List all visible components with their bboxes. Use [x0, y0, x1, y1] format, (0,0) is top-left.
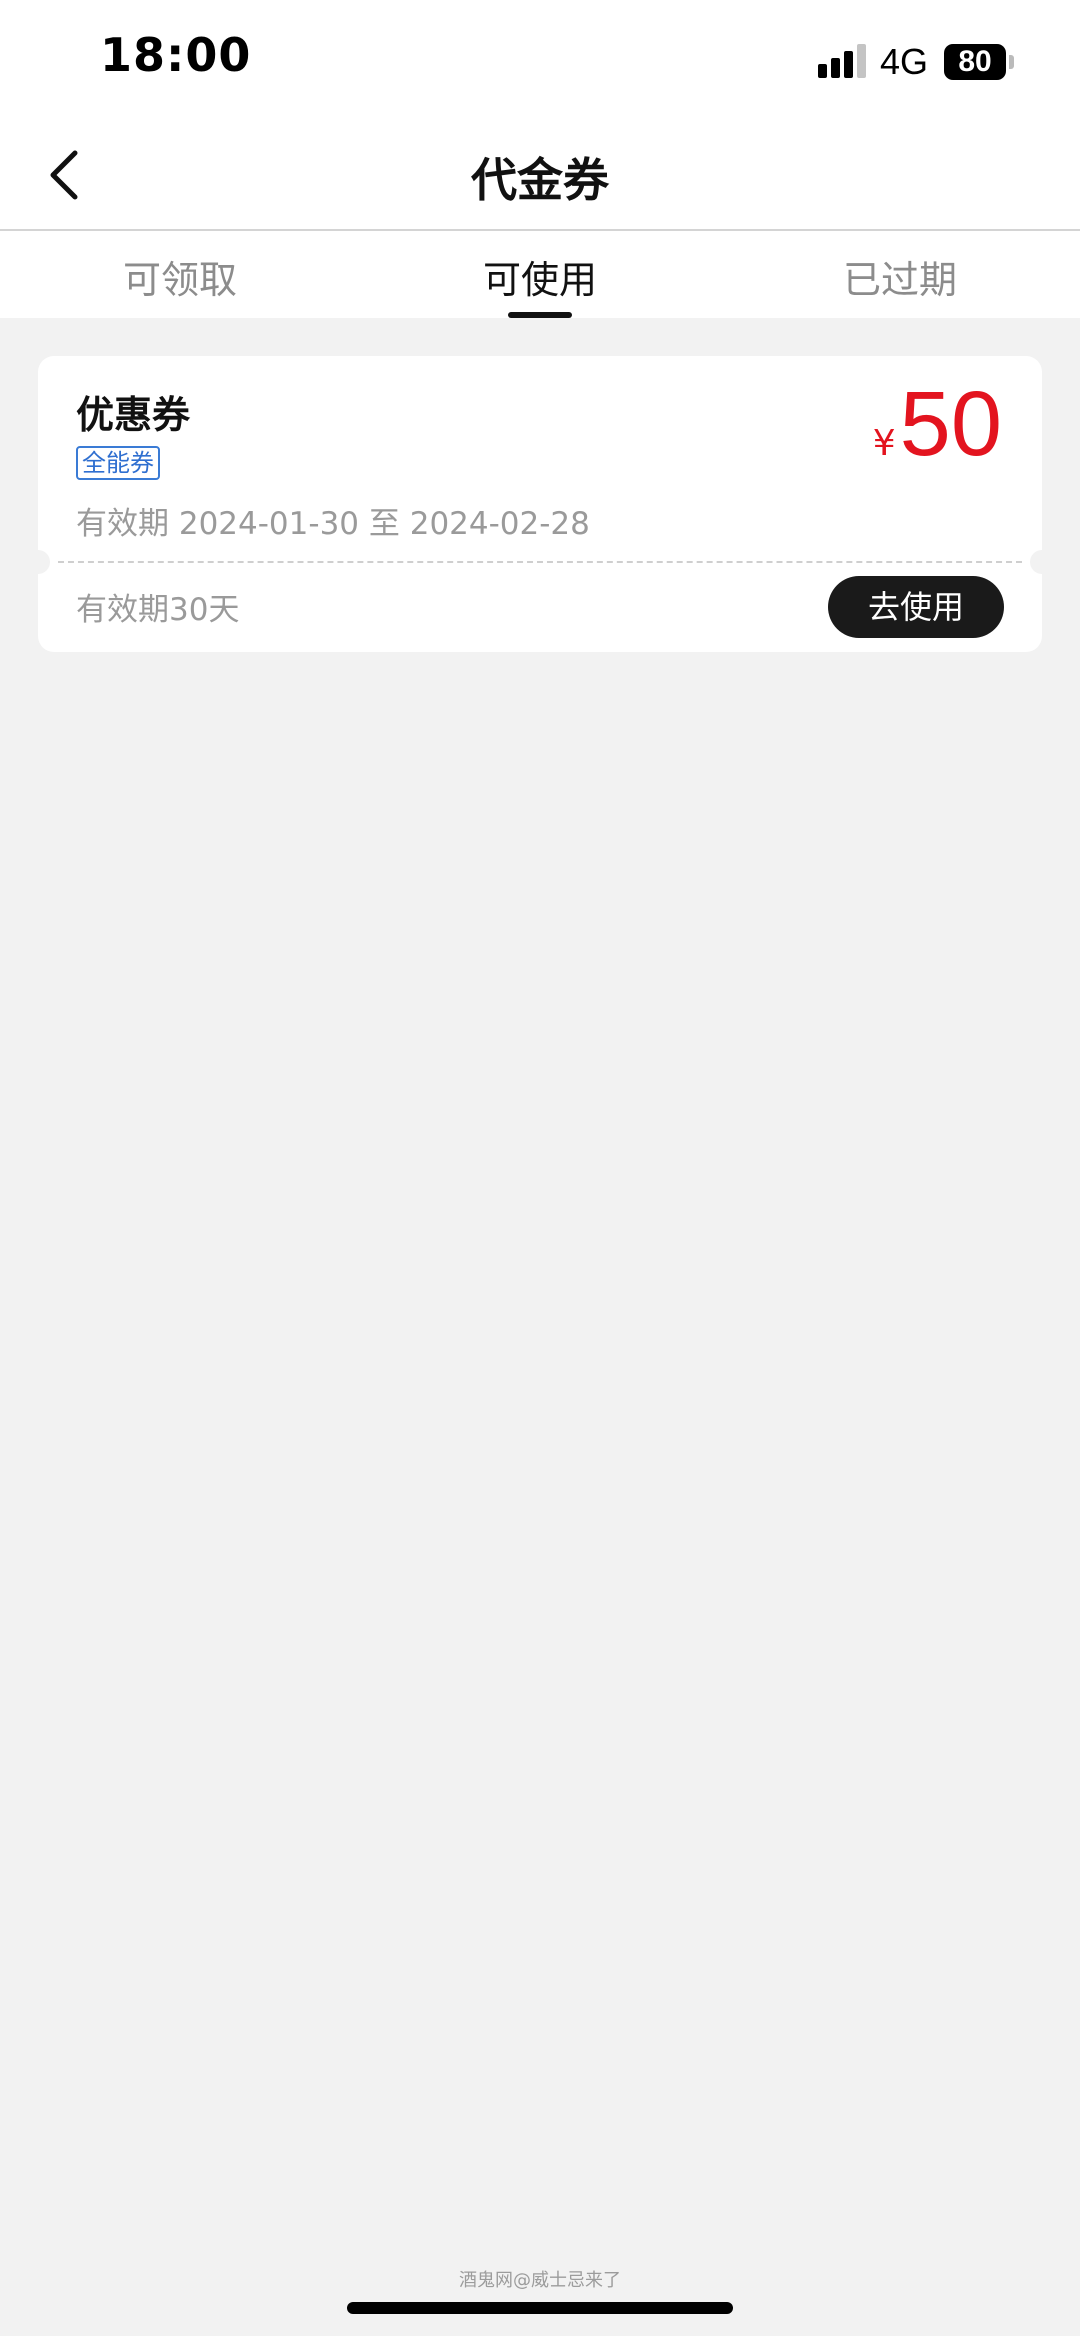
status-bar: 18:00 4G 80 [0, 0, 1080, 120]
watermark: 酒鬼网@威士忌来了 [459, 2270, 621, 2291]
coupon-type-badge: 全能券 [76, 446, 160, 480]
ticket-notch-left [26, 550, 50, 574]
coupon-card[interactable]: 优惠券 全能券 有效期 2024-01-30 至 2024-02-28 ¥ 50… [26, 356, 1054, 652]
status-indicators: 4G 80 [816, 38, 1014, 86]
tab-expired[interactable]: 已过期 [780, 249, 1020, 304]
tab-claimable[interactable]: 可领取 [60, 249, 300, 304]
ticket-notch-right [1030, 550, 1054, 574]
tab-usable[interactable]: 可使用 [420, 249, 660, 304]
coupon-tabs: 可领取 可使用 已过期 [0, 231, 1080, 318]
battery-level: 80 [958, 45, 992, 78]
use-coupon-button[interactable]: 去使用 [828, 576, 1004, 638]
battery-icon: 80 [944, 44, 1006, 80]
currency-symbol: ¥ [872, 423, 896, 464]
battery-cap [1009, 55, 1014, 69]
page-title: 代金券 [471, 153, 609, 207]
navigation-bar: 代金券 [0, 120, 1080, 228]
signal-bars-icon [817, 44, 866, 78]
home-indicator[interactable] [347, 2302, 733, 2314]
coupon-amount: ¥ 50 [873, 378, 1002, 470]
network-type: 4G [879, 41, 928, 82]
active-tab-indicator [508, 312, 572, 318]
perforation-divider [58, 561, 1022, 563]
coupon-name: 优惠券 [76, 393, 191, 437]
coupon-validity-period: 有效期 2024-01-30 至 2024-02-28 [76, 506, 590, 542]
coupon-duration: 有效期30天 [76, 592, 240, 628]
amount-value: 50 [899, 373, 1002, 475]
status-time: 18:00 [100, 28, 252, 82]
